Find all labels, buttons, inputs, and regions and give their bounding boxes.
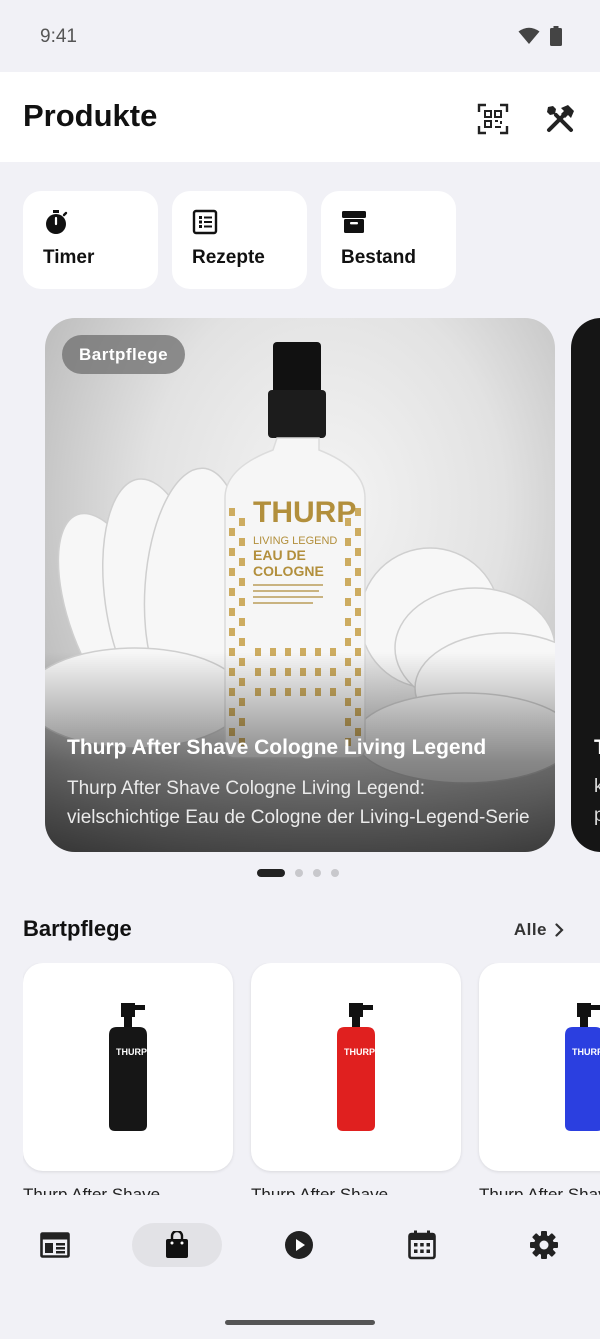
- gear-icon: [530, 1231, 558, 1259]
- pager-dot[interactable]: [295, 869, 303, 877]
- calendar-icon: [408, 1230, 436, 1260]
- status-icons: [518, 26, 562, 46]
- quick-actions: Timer Rezepte Bestand: [23, 191, 456, 289]
- bottle-body: [109, 1027, 147, 1131]
- pager-dot-active[interactable]: [257, 869, 285, 877]
- app-header: Produkte: [0, 72, 600, 162]
- product-image: THURP: [337, 1003, 375, 1131]
- pager-dot[interactable]: [331, 869, 339, 877]
- next-card-title: T: [594, 736, 600, 760]
- home-indicator[interactable]: [225, 1320, 375, 1325]
- bottom-navigation: [0, 1196, 600, 1339]
- page-title: Produkte: [23, 98, 158, 133]
- list-icon: [192, 209, 218, 235]
- pager-dot[interactable]: [313, 869, 321, 877]
- product-card[interactable]: THURP: [251, 963, 461, 1171]
- shopping-bag-icon: [166, 1231, 188, 1258]
- product-card[interactable]: THURP: [23, 963, 233, 1171]
- nav-item-news[interactable]: [10, 1223, 100, 1267]
- bottle-brand-text: THURP: [572, 1047, 600, 1057]
- next-featured-card[interactable]: T k p: [571, 318, 600, 852]
- bottle-line-1: LIVING LEGEND: [253, 535, 337, 547]
- chevron-right-icon: [555, 923, 564, 937]
- hero-title: Thurp After Shave Cologne Living Legend: [67, 736, 487, 759]
- quick-action-label: Bestand: [341, 247, 416, 268]
- quick-action-label: Rezepte: [192, 247, 265, 268]
- product-row[interactable]: THURP THURP THURP Thurp After Shave Thur…: [23, 963, 600, 1195]
- bottle-brand-text: THURP: [253, 496, 356, 529]
- status-time: 9:41: [40, 26, 77, 47]
- qr-code-scanner-icon: [477, 103, 509, 135]
- hero-description: Thurp After Shave Cologne Living Legend:…: [67, 778, 530, 828]
- tools-button[interactable]: [543, 102, 577, 136]
- product-name: Thurp After Shave: [23, 1185, 161, 1195]
- quick-action-timer[interactable]: Timer: [23, 191, 158, 289]
- status-bar: 9:41: [0, 0, 600, 72]
- bottle-line-3: COLOGNE: [253, 563, 324, 579]
- wifi-icon: [518, 27, 540, 44]
- carousel-pager: [257, 869, 339, 877]
- play-circle-icon: [285, 1231, 313, 1259]
- bottle-brand-text: THURP: [116, 1047, 147, 1057]
- product-name: Thurp After Shave: [251, 1185, 389, 1195]
- bottle-brand-text: THURP: [344, 1047, 375, 1057]
- battery-icon: [550, 26, 562, 46]
- see-all-link[interactable]: Alle: [514, 920, 564, 940]
- nav-item-shop[interactable]: [132, 1223, 222, 1267]
- newspaper-icon: [40, 1232, 70, 1258]
- next-card-desc-1: k: [594, 776, 600, 797]
- nav-item-videos[interactable]: [254, 1223, 344, 1267]
- see-all-label: Alle: [513, 920, 547, 939]
- nav-item-settings[interactable]: [499, 1223, 589, 1267]
- bottle-line-2: EAU DE: [253, 547, 306, 563]
- quick-action-bestand[interactable]: Bestand: [321, 191, 456, 289]
- featured-product-card[interactable]: THURP LIVING LEGEND EAU DE COLOGNE Bartp…: [45, 318, 555, 852]
- nav-item-calendar[interactable]: [377, 1223, 467, 1267]
- product-name: Thurp After Shave: [479, 1185, 600, 1195]
- next-card-desc-2: p: [594, 805, 600, 826]
- quick-action-rezepte[interactable]: Rezepte: [172, 191, 307, 289]
- stopwatch-icon: [46, 210, 68, 234]
- featured-carousel[interactable]: THURP LIVING LEGEND EAU DE COLOGNE Bartp…: [0, 318, 600, 853]
- quick-action-label: Timer: [43, 247, 95, 268]
- qr-scan-button[interactable]: [476, 102, 510, 136]
- tools-icon: [547, 105, 574, 132]
- product-image: THURP: [109, 1003, 147, 1131]
- product-image: THURP: [565, 1003, 600, 1131]
- section-title: Bartpflege: [23, 916, 132, 941]
- archive-box-icon: [342, 211, 366, 233]
- category-badge: Bartpflege: [62, 335, 186, 374]
- product-card[interactable]: THURP: [479, 963, 600, 1171]
